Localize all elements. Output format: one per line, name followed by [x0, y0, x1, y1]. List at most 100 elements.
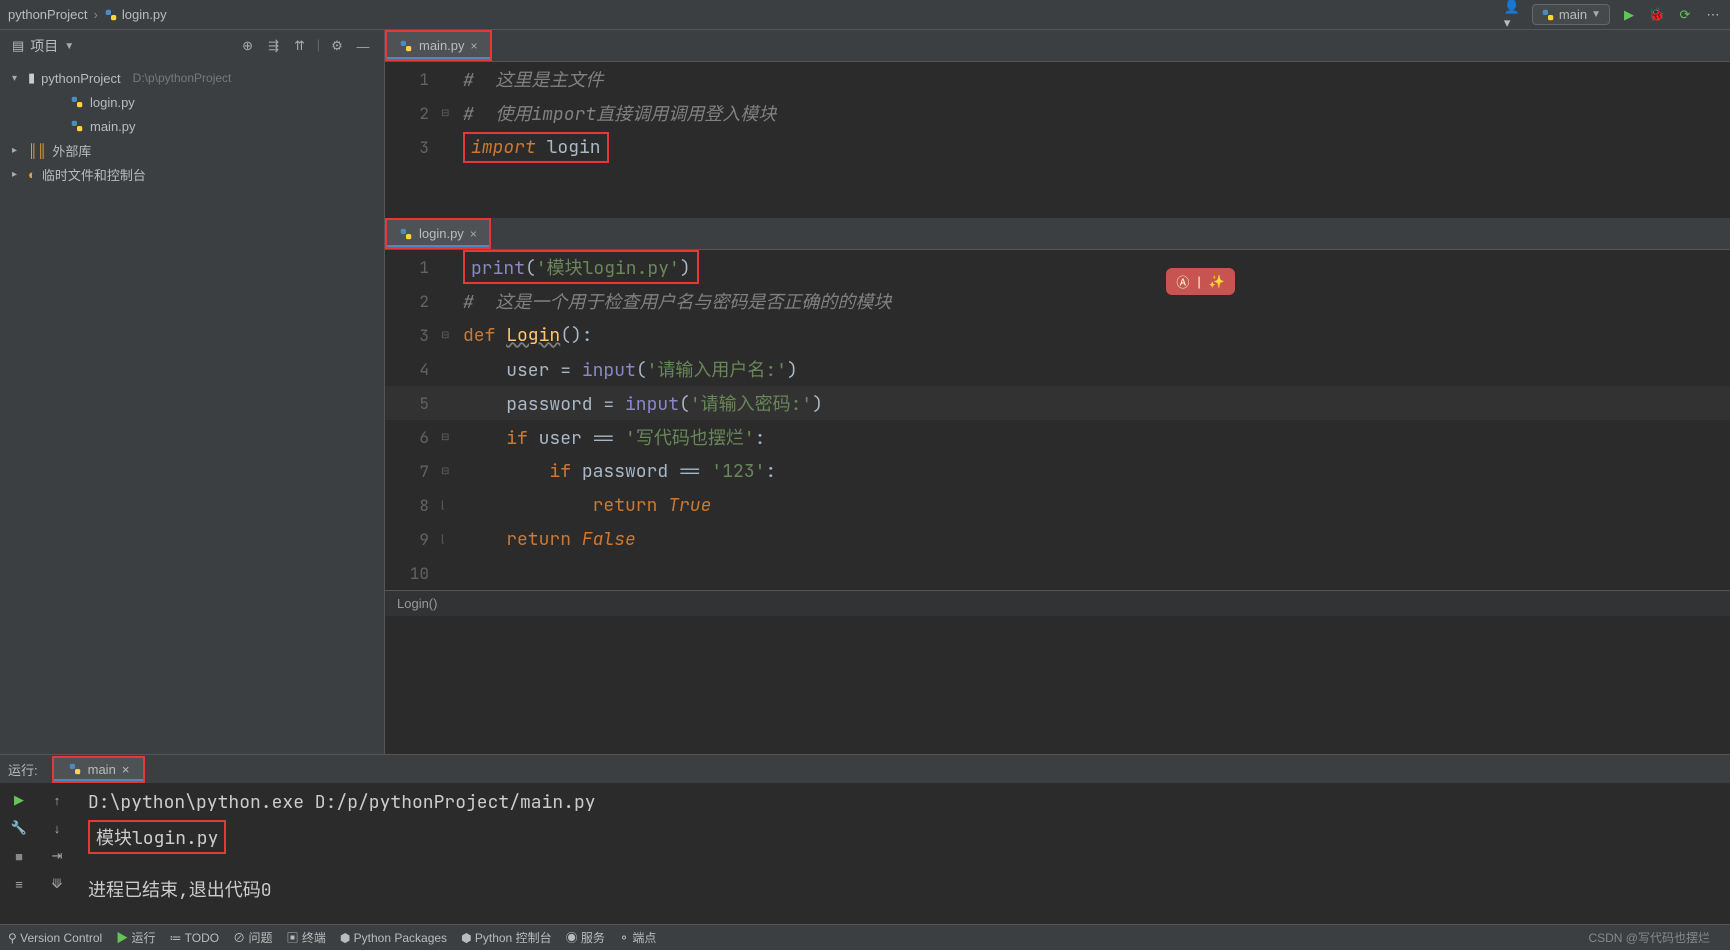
tree-project-root[interactable]: ▾ ▮ pythonProject D:\p\pythonProject — [0, 66, 384, 90]
rerun-button[interactable]: ▶ — [10, 791, 28, 809]
close-icon[interactable]: × — [471, 39, 478, 53]
fold-handle[interactable]: ⊟ — [441, 330, 457, 341]
bottombar-todo[interactable]: ≔ TODO — [170, 931, 220, 945]
add-user-icon[interactable]: 👤▾ — [1504, 6, 1522, 24]
run-tab-main[interactable]: main × — [54, 758, 144, 781]
project-sidebar: ▤ 项目 ▼ ⊕ ⇶ ⇈ | ⚙ — ▾ ▮ pythonProject D:\… — [0, 30, 385, 754]
tree-file-login[interactable]: login.py — [0, 90, 384, 114]
sidebar-title: 项目 — [30, 36, 58, 56]
fold-end: ⌊ — [441, 534, 457, 545]
output-line-highlighted: 模块login.py — [88, 820, 226, 854]
code-builtin: input — [582, 359, 636, 382]
run-config-selector[interactable]: main ▼ — [1532, 4, 1610, 25]
editor-tabs-main: main.py × — [385, 30, 1730, 62]
bottombar-run[interactable]: ▶ 运行 — [116, 929, 155, 946]
locate-icon[interactable]: ⊕ — [239, 37, 257, 55]
code-builtin: print — [471, 257, 525, 280]
line-number: 4 — [385, 359, 441, 380]
bottombar-terminal[interactable]: ▣ 终端 — [286, 929, 325, 946]
chevron-right-icon: ▸ — [12, 145, 22, 156]
project-tool-icon: ▤ — [12, 38, 24, 54]
magic-wand-icon: ✨ — [1209, 274, 1225, 290]
run-with-coverage-icon[interactable]: ⟳ — [1676, 6, 1694, 24]
code-comment: # 这里是主文件 — [463, 69, 603, 92]
code-keyword: if — [463, 460, 582, 483]
layout-icon[interactable]: ≡ — [10, 875, 28, 893]
more-icon[interactable]: ⋯ — [1704, 6, 1722, 24]
python-icon — [1541, 8, 1555, 22]
close-icon[interactable]: × — [470, 227, 477, 241]
soft-wrap-icon[interactable]: ⇥ — [48, 847, 66, 865]
run-config-name: main — [1559, 7, 1587, 22]
breadcrumb-file[interactable]: login.py — [122, 7, 167, 22]
chevron-down-icon[interactable]: ▼ — [64, 41, 74, 52]
debug-button[interactable]: 🐞 — [1648, 6, 1666, 24]
fold-handle[interactable]: ⊟ — [441, 108, 457, 119]
bottombar-vcs[interactable]: ⚲ Version Control — [8, 931, 102, 945]
code-keyword: def — [463, 324, 506, 347]
scratch-icon: ◐ — [28, 167, 36, 182]
breadcrumb-root[interactable]: pythonProject — [8, 7, 88, 22]
down-icon[interactable]: ↓ — [48, 819, 66, 837]
folder-icon: ▮ — [28, 70, 35, 86]
tree-item-label: login.py — [90, 95, 135, 110]
line-number: 10 — [385, 563, 441, 584]
editor-main[interactable]: 1 # 这里是主文件 2 ⊟ # 使用import直接调用调用登入模块 3 im… — [385, 62, 1730, 198]
bottombar-services[interactable]: ◉ 服务 — [566, 929, 605, 946]
editor-login[interactable]: 1 print('模块login.py') 2 # 这是一个用于检查用户名与密码… — [385, 250, 1730, 590]
tab-loginpy[interactable]: login.py × — [385, 218, 491, 249]
run-panel-label: 运行: — [8, 760, 38, 779]
fold-handle[interactable]: ⊟ — [441, 466, 457, 477]
python-file-icon — [399, 39, 413, 53]
tab-label: main.py — [419, 38, 465, 53]
tab-mainpy[interactable]: main.py × — [385, 30, 492, 61]
close-icon[interactable]: × — [122, 762, 130, 777]
code-string: '请输入密码:' — [690, 393, 812, 416]
fold-handle[interactable]: ⊟ — [441, 432, 457, 443]
breadcrumb: pythonProject › login.py — [8, 7, 167, 22]
library-icon: ║║ — [28, 143, 46, 158]
expand-all-icon[interactable]: ⇶ — [265, 37, 283, 55]
python-file-icon — [70, 95, 84, 109]
stop-button[interactable]: ■ — [10, 847, 28, 865]
project-path: D:\p\pythonProject — [133, 71, 232, 85]
code-builtin: input — [625, 393, 679, 416]
code-string: '模块login.py' — [536, 257, 680, 280]
line-number: 1 — [385, 69, 441, 90]
code-string: '123' — [711, 460, 765, 483]
editor-breadcrumb: Login() — [385, 590, 1730, 616]
line-number: 6 — [385, 427, 441, 448]
line-number: 3 — [385, 325, 441, 346]
fold-end: ⌊ — [441, 500, 457, 511]
tree-scratches[interactable]: ▸ ◐ 临时文件和控制台 — [0, 162, 384, 186]
code-constant: False — [582, 528, 636, 551]
chevron-down-icon: ▾ — [12, 73, 22, 84]
up-icon[interactable]: ↑ — [48, 791, 66, 809]
bottombar-packages[interactable]: ⬢ Python Packages — [340, 931, 447, 945]
tree-external-libs[interactable]: ▸ ║║ 外部库 — [0, 138, 384, 162]
run-output[interactable]: D:\python\python.exe D:/p/pythonProject/… — [76, 783, 1730, 924]
gear-icon[interactable]: ⚙ — [328, 37, 346, 55]
bottombar-endpoints[interactable]: ⚬ 端点 — [619, 929, 656, 946]
minimize-icon[interactable]: — — [354, 37, 372, 55]
breadcrumb-function[interactable]: Login() — [397, 596, 437, 611]
chevron-right-icon: ▸ — [12, 169, 22, 180]
tab-label: login.py — [419, 226, 464, 241]
editor-tabs-login: login.py × — [385, 218, 1730, 250]
bottombar-problems[interactable]: ⊘ 问题 — [233, 929, 272, 946]
code-keyword: if — [463, 427, 539, 450]
code-identifier: login — [536, 136, 601, 159]
chevron-down-icon: ▼ — [1591, 9, 1601, 20]
tree-file-main[interactable]: main.py — [0, 114, 384, 138]
collapse-all-icon[interactable]: ⇈ — [291, 37, 309, 55]
scroll-end-icon[interactable]: ⟱ — [48, 875, 66, 893]
bottombar-pyconsole[interactable]: ⬢ Python 控制台 — [461, 929, 552, 946]
code-constant: True — [668, 494, 711, 517]
chevron-right-icon: › — [94, 7, 98, 22]
ai-assistant-badge[interactable]: Ⓐ | ✨ — [1166, 268, 1235, 295]
run-tool-window: 运行: main × ▶ 🔧 ■ ≡ ↑ ↓ ⇥ ⟱ D:\python\pyt… — [0, 754, 1730, 924]
wrench-icon[interactable]: 🔧 — [10, 819, 28, 837]
line-number: 9 — [385, 529, 441, 550]
tree-item-label: 临时文件和控制台 — [42, 165, 146, 184]
run-button[interactable]: ▶ — [1620, 6, 1638, 24]
